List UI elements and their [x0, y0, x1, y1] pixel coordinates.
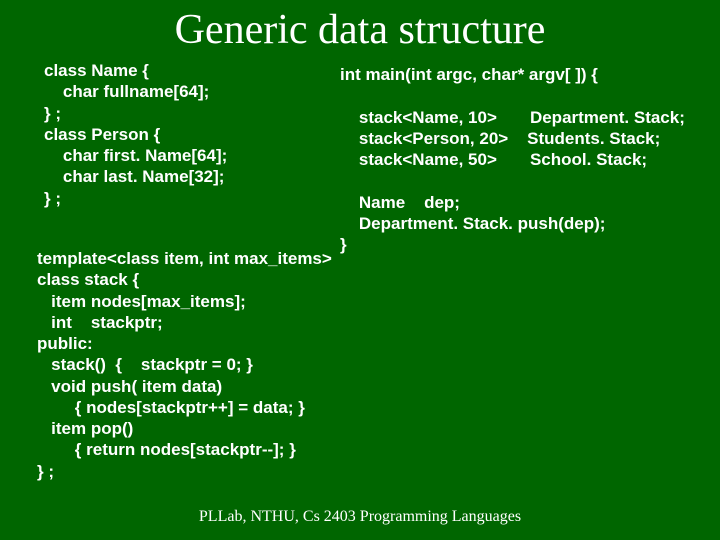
code-block-template: template<class item, int max_items> clas…: [37, 248, 332, 482]
slide-title: Generic data structure: [0, 0, 720, 60]
slide-content: class Name { char fullname[64]; } ; clas…: [0, 60, 720, 490]
slide: Generic data structure class Name { char…: [0, 0, 720, 540]
code-block-classes: class Name { char fullname[64]; } ; clas…: [44, 60, 227, 209]
code-block-main: int main(int argc, char* argv[ ]) { stac…: [340, 64, 685, 255]
slide-footer: PLLab, NTHU, Cs 2403 Programming Languag…: [0, 508, 720, 526]
